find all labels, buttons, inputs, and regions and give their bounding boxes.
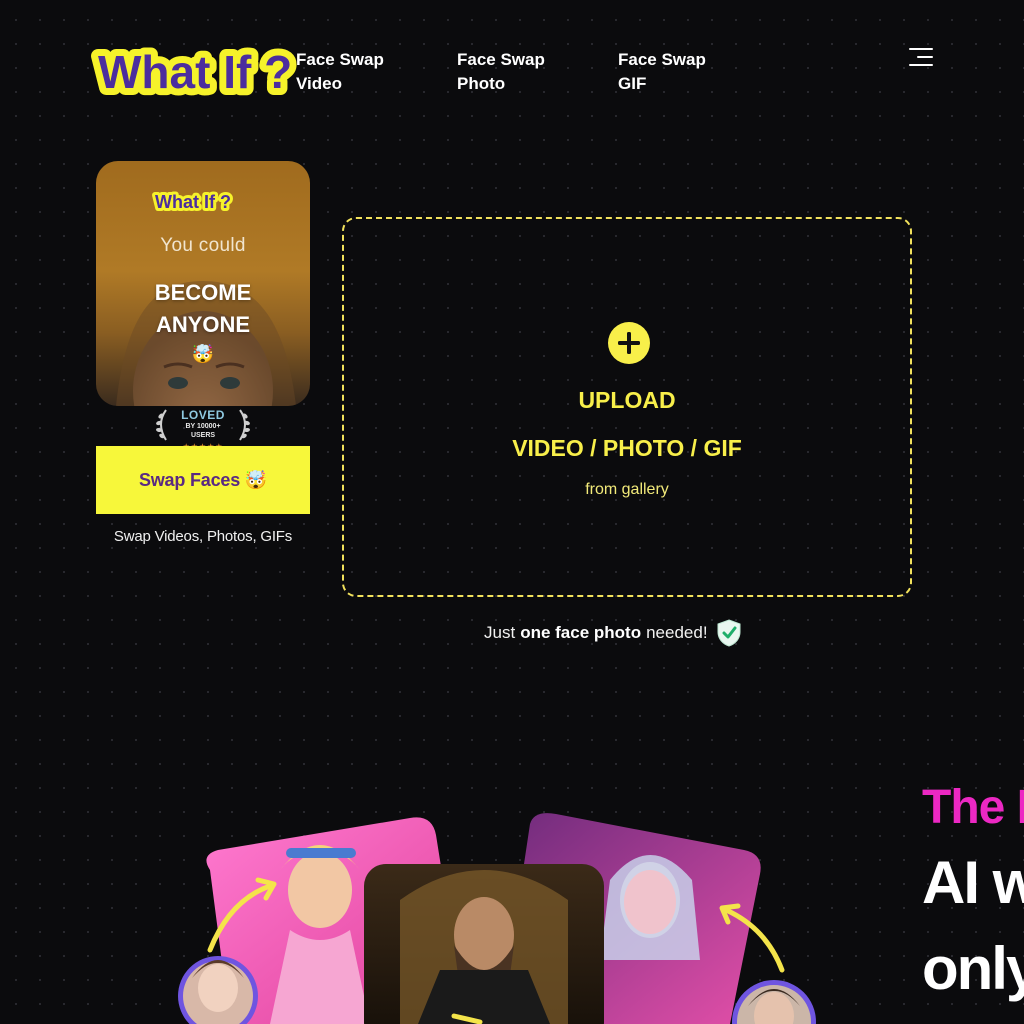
nav-face-swap-gif[interactable]: Face Swap GIF: [618, 48, 738, 96]
promo-headline: BECOME ANYONE: [96, 277, 310, 341]
loved-subtitle: BY 10000+ USERS: [152, 422, 254, 440]
loved-by-text: BY 10000+: [185, 423, 221, 430]
hero-heading-line1: The B: [922, 781, 1024, 834]
promo-card[interactable]: What If ? What If ? You could BECOME ANY…: [96, 161, 310, 406]
loved-users-text: USERS: [190, 432, 216, 439]
avatar-source-right: [732, 980, 816, 1024]
shield-check-icon: [717, 619, 741, 647]
nav-face-swap-photo[interactable]: Face Swap Photo: [457, 48, 577, 96]
upload-types: VIDEO / PHOTO / GIF: [512, 435, 742, 461]
promo-become-text: BECOME: [154, 280, 252, 305]
promo-tagline: You could: [160, 235, 246, 256]
promo-logo: What If ? What If ?: [152, 189, 234, 215]
requirement-note: Just one face photo needed!: [484, 619, 742, 647]
requirement-prefix: Just: [484, 623, 516, 642]
loved-title: LOVED: [181, 408, 225, 422]
requirement-emphasis: one face photo: [520, 623, 642, 642]
plus-circle-icon[interactable]: [607, 321, 651, 365]
promo-logo-text: What If ?: [155, 192, 231, 212]
logo-text: What If ?: [98, 46, 292, 98]
showcase-card-middle: [364, 864, 604, 1024]
hamburger-menu-icon[interactable]: [905, 46, 933, 70]
upload-title: UPLOAD: [578, 387, 676, 413]
app-logo[interactable]: What If ? What If ?: [90, 39, 326, 105]
promo-emoji: 🤯: [191, 344, 215, 364]
requirement-suffix: needed!: [646, 623, 708, 642]
swap-caption: Swap Videos, Photos, GIFs: [113, 528, 293, 545]
nav-face-swap-video[interactable]: Face Swap Video: [296, 48, 416, 96]
upload-dropzone[interactable]: UPLOAD VIDEO / PHOTO / GIF from gallery: [342, 217, 912, 597]
swap-faces-button[interactable]: Swap Faces 🤯: [96, 446, 310, 514]
upload-subtitle: from gallery: [585, 481, 669, 498]
hero-heading-line2: AI w: [922, 849, 1024, 916]
showcase-collage: [170, 810, 830, 1024]
hero-heading-line3: only: [922, 935, 1024, 1002]
promo-anyone-text: ANYONE: [155, 312, 251, 337]
